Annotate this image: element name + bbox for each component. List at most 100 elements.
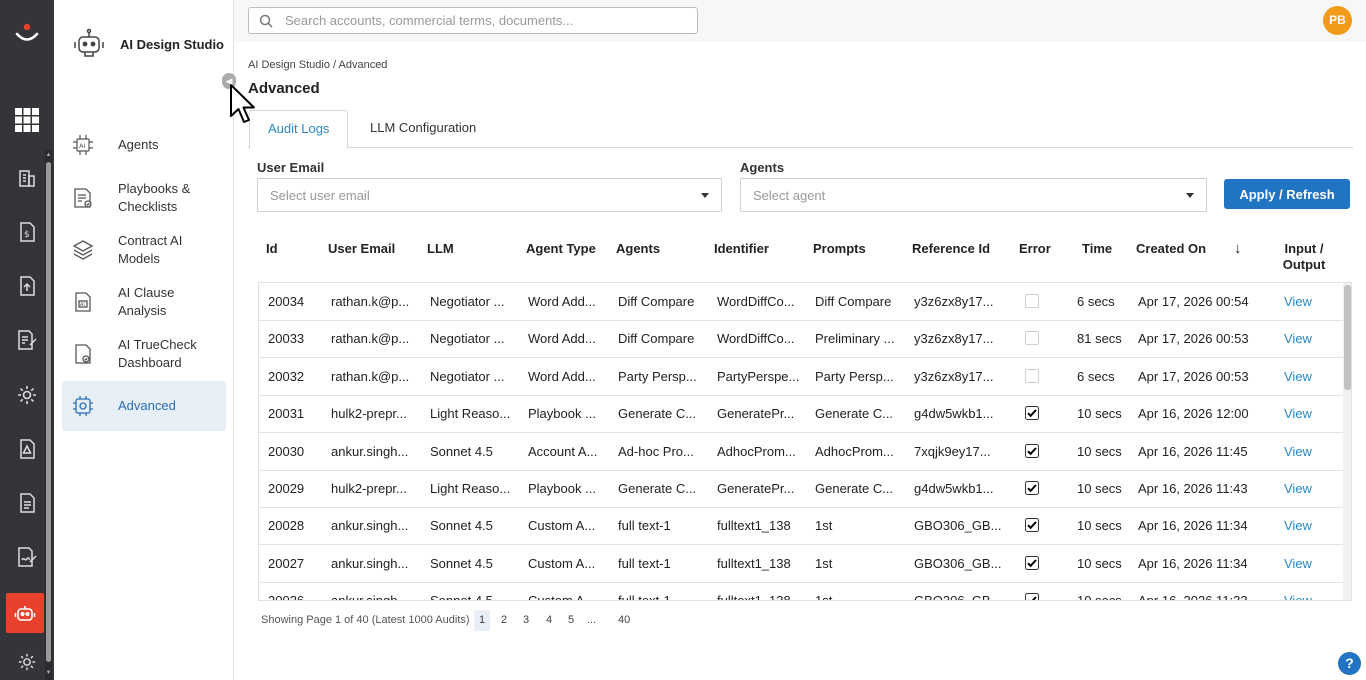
table-scrollbar-thumb[interactable] [1344,285,1351,390]
robot-icon [72,26,106,63]
gear-icon[interactable] [13,648,41,676]
warning-document-icon[interactable] [13,435,41,463]
sidebar-item-playbooks[interactable]: Playbooks & Checklists [62,180,226,216]
view-link[interactable]: View [1284,470,1312,508]
page-3[interactable]: 3 [518,610,534,631]
list-document-icon[interactable] [13,489,41,517]
cell-created: Apr 17, 2026 00:53 [1138,368,1249,384]
table-row[interactable]: 20029 hulk2-prepr... Light Reaso... Playboo… [259,470,1343,508]
view-link[interactable]: View [1284,507,1312,545]
table-row[interactable]: 20027 ankur.singh... Sonnet 4.5 Custom A...… [259,545,1343,583]
table-scrollbar[interactable] [1343,283,1351,600]
cell-agent: Generate C... [618,481,697,496]
sidebar-item-advanced[interactable]: Advanced [62,381,226,431]
rail-scrollbar-thumb[interactable] [46,162,51,662]
cell-llm: Sonnet 4.5 [430,443,493,459]
error-unchecked-icon [1025,331,1039,346]
robot-icon[interactable] [6,593,44,633]
check-document-icon [70,341,96,367]
cell-created: Apr 17, 2026 00:54 [1138,294,1249,309]
sort-descending-icon[interactable]: ↓ [1234,241,1242,257]
brand-title: AI Design Studio [120,37,224,52]
view-link[interactable]: View [1284,545,1312,583]
user-email-select[interactable]: Select user email [257,178,722,212]
view-link[interactable]: View [1284,395,1312,433]
view-link[interactable]: View [1284,283,1312,321]
column-header-identifier[interactable]: Identifier [714,241,769,257]
table-row[interactable]: 20030 ankur.singh... Sonnet 4.5 Account A..… [259,433,1343,471]
tab-llm-configuration[interactable]: LLM Configuration [352,110,494,148]
view-link[interactable]: View [1284,582,1312,600]
cell-agent: Generate C... [618,406,697,422]
cell-type: Word Add... [528,331,596,347]
dollar-document-icon[interactable]: $ [13,218,41,246]
help-button[interactable]: ? [1338,652,1361,675]
cell-prompt: 1st [815,555,833,571]
sidebar-item-ai-truecheck-dashboard[interactable]: AI TrueCheck Dashboard [62,336,226,372]
agents-select[interactable]: Select agent [740,178,1207,212]
search-input[interactable] [285,13,685,28]
apply-refresh-button[interactable]: Apply / Refresh [1224,179,1350,209]
edit-document-icon[interactable] [13,326,41,354]
page-5[interactable]: 5 [563,610,579,631]
table-row[interactable]: 20031 hulk2-prepr... Light Reaso... Playboo… [259,395,1343,434]
sidebar-item-ai-clause-analysis[interactable]: AI AI Clause Analysis [62,284,226,320]
cell-id: 20033 [268,331,305,347]
sidebar-item-contract-ai-models[interactable]: Contract AI Models [62,232,226,268]
cell-ref: g4dw5wkb1... [914,481,994,496]
cell-time: 6 secs [1077,294,1115,309]
cell-llm: Negotiator ... [430,331,505,347]
cell-identifier: WordDiffCo... [717,294,795,309]
svg-text:AI: AI [79,142,85,150]
cell-ref: GBO306_GB... [914,593,1002,601]
table-row[interactable]: 20028 ankur.singh... Sonnet 4.5 Custom A...… [259,507,1343,546]
view-link[interactable]: View [1284,358,1312,396]
column-header-agent-type[interactable]: Agent Type [526,241,596,257]
signature-document-icon[interactable] [13,543,41,571]
tab-audit-logs[interactable]: Audit Logs [249,110,349,149]
cell-created: Apr 16, 2026 11:34 [1138,555,1248,571]
apps-grid-icon[interactable] [13,106,41,134]
agents-placeholder: Select agent [753,187,826,203]
search-box[interactable] [248,7,698,34]
column-header-time[interactable]: Time [1082,241,1112,257]
sidebar-item-label: Agents [118,137,159,152]
error-unchecked-icon [1025,294,1039,308]
app-rail: $ ▲ ▼ [0,0,54,680]
column-header-error[interactable]: Error [1019,241,1051,257]
column-header-prompts[interactable]: Prompts [813,241,866,257]
table-row[interactable]: 20032 rathan.k@p... Negotiator ... Word Add… [259,358,1343,396]
cell-identifier: fulltext1_138 [717,555,791,571]
column-header-llm[interactable]: LLM [427,241,454,257]
view-link[interactable]: View [1284,320,1312,358]
page-40[interactable]: 40 [614,610,634,631]
column-header-id[interactable]: Id [266,241,278,257]
building-icon[interactable] [13,164,41,192]
page-4[interactable]: 4 [541,610,557,631]
column-header-reference-id[interactable]: Reference Id [912,241,990,257]
cell-prompt: Generate C... [815,481,894,496]
rail-scrollbar[interactable]: ▲ ▼ [45,150,52,680]
cell-time: 10 secs [1077,593,1122,601]
table-body[interactable]: 20034 rathan.k@p... Negotiator ... Word Add… [258,282,1352,601]
logo-icon[interactable] [12,18,42,48]
error-checked-icon [1025,481,1039,495]
table-row[interactable]: 20034 rathan.k@p... Negotiator ... Word Add… [259,283,1343,321]
avatar[interactable]: PB [1323,6,1352,35]
column-header-agents[interactable]: Agents [616,241,660,257]
upload-document-icon[interactable] [13,272,41,300]
column-header-created-on[interactable]: Created On [1136,241,1206,257]
settings-gear-icon[interactable] [13,381,41,409]
cell-id: 20028 [268,518,305,534]
column-header-input-output[interactable]: Input / Output [1278,241,1330,273]
column-header-user-email[interactable]: User Email [328,241,395,257]
cell-prompt: AdhocProm... [815,443,894,459]
page-2[interactable]: 2 [496,610,512,631]
scroll-down-icon[interactable]: ▼ [45,670,52,677]
page-1[interactable]: 1 [474,610,490,631]
table-row[interactable]: 20033 rathan.k@p... Negotiator ... Word Add… [259,320,1343,359]
table-row[interactable]: 20026 ankur.singh... Sonnet 4.5 Custom A...… [259,582,1343,601]
scroll-up-icon[interactable]: ▲ [45,152,52,159]
sidebar-item-agents[interactable]: AI Agents [62,132,226,158]
view-link[interactable]: View [1284,433,1312,471]
